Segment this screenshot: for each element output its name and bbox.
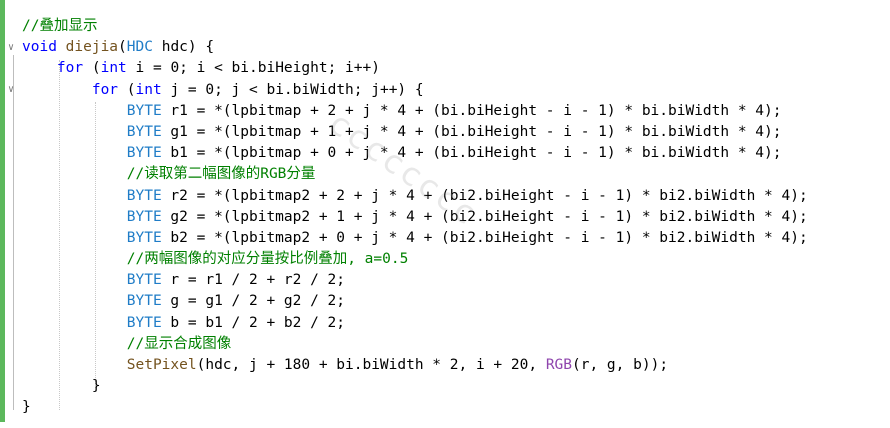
code-line: SetPixel(hdc, j + 180 + bi.biWidth * 2, …	[22, 355, 808, 376]
code-token: j = 0; j < bi.biWidth; j++) {	[161, 81, 424, 98]
keyword-token: void	[22, 39, 57, 56]
change-indicator-bar	[0, 0, 5, 422]
code-token: hdc) {	[152, 39, 215, 56]
type-token: BYTE	[126, 272, 162, 289]
code-line: for (int i = 0; i < bi.biHeight; i++)	[22, 58, 808, 79]
type-token: BYTE	[126, 314, 162, 331]
function-token: SetPixel	[126, 357, 197, 373]
type-token: BYTE	[126, 187, 162, 204]
code-token: (	[83, 60, 101, 77]
code-line: BYTE b = b1 / 2 + b2 / 2;	[22, 313, 808, 334]
type-token: BYTE	[126, 208, 162, 225]
code-token: r1 = *(lpbitmap + 2 + j * 4 + (bi.biHeig…	[161, 102, 782, 119]
code-line: //叠加显示	[22, 16, 808, 37]
comment-token: //叠加显示	[22, 18, 98, 34]
comment-token: //显示合成图像	[126, 335, 232, 352]
code-line: void diejia(HDC hdc) {	[22, 37, 808, 58]
code-token: r = r1 / 2 + r2 / 2;	[161, 272, 346, 289]
type-token: BYTE	[126, 102, 162, 119]
code-line: //两幅图像的对应分量按比例叠加, a=0.5	[22, 249, 808, 270]
code-line: }	[22, 397, 808, 418]
code-token: g2 = *(lpbitmap2 + 1 + j * 4 + (bi2.biHe…	[161, 208, 808, 225]
type-token: BYTE	[126, 229, 162, 246]
code-line: BYTE r = r1 / 2 + r2 / 2;	[22, 270, 808, 291]
keyword-token: int	[135, 81, 162, 98]
keyword-token: for	[56, 60, 84, 77]
fold-region-line	[13, 55, 14, 410]
function-token: diejia	[65, 39, 119, 56]
code-line: BYTE g1 = *(lpbitmap + 1 + j * 4 + (bi.b…	[22, 122, 808, 143]
code-line: BYTE b2 = *(lpbitmap2 + 0 + j * 4 + (bi2…	[22, 228, 808, 249]
code-token: (	[118, 81, 136, 98]
code-token: (	[118, 39, 127, 56]
code-token: }	[22, 399, 31, 416]
code-line: //显示合成图像	[22, 334, 808, 355]
macro-token: RGB	[545, 357, 573, 373]
type-token: BYTE	[126, 293, 162, 310]
code-token: b = b1 / 2 + b2 / 2;	[161, 314, 346, 331]
keyword-token: int	[100, 60, 127, 77]
code-token: (hdc, j + 180 + bi.biWidth * 2, i + 20,	[196, 357, 546, 373]
comment-token: //两幅图像的对应分量按比例叠加, a=0.5	[126, 251, 409, 268]
type-token: BYTE	[126, 145, 162, 162]
code-token: (r, g, b));	[572, 357, 669, 373]
code-token: g1 = *(lpbitmap + 1 + j * 4 + (bi.biHeig…	[161, 123, 782, 140]
comment-token: //读取第二幅图像的RGB分量	[126, 166, 316, 183]
code-line: }	[22, 376, 808, 397]
editor-gutter: ∨ ∨	[0, 0, 17, 428]
code-token: }	[22, 378, 101, 395]
keyword-token: for	[91, 81, 119, 98]
fold-toggle-function-icon[interactable]: ∨	[8, 43, 18, 53]
code-editor[interactable]: //叠加显示 void diejia(HDC hdc) { for (int i …	[22, 16, 808, 419]
code-line: BYTE g2 = *(lpbitmap2 + 1 + j * 4 + (bi2…	[22, 207, 808, 228]
type-token: BYTE	[126, 123, 162, 140]
code-token: b1 = *(lpbitmap + 0 + j * 4 + (bi.biHeig…	[161, 145, 782, 162]
code-line: BYTE r1 = *(lpbitmap + 2 + j * 4 + (bi.b…	[22, 101, 808, 122]
code-token: b2 = *(lpbitmap2 + 0 + j * 4 + (bi2.biHe…	[161, 229, 808, 246]
code-line: BYTE g = g1 / 2 + g2 / 2;	[22, 291, 808, 312]
code-line: for (int j = 0; j < bi.biWidth; j++) {	[22, 80, 808, 101]
type-token: HDC	[126, 39, 153, 56]
code-token: g = g1 / 2 + g2 / 2;	[161, 293, 346, 310]
code-token: i = 0; i < bi.biHeight; i++)	[126, 60, 380, 77]
